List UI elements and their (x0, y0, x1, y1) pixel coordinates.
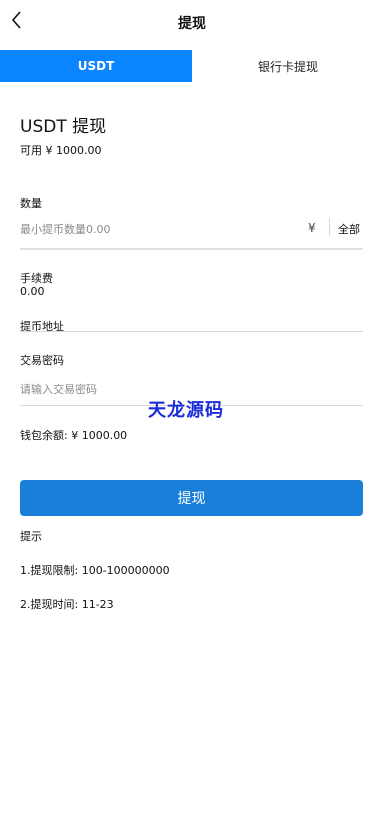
amount-label: 数量 (20, 197, 42, 210)
header: 提现 (0, 0, 384, 46)
address-input[interactable] (20, 314, 363, 332)
section-title: USDT 提现 (20, 117, 107, 137)
wallet-balance: 钱包余额: ¥ 1000.00 (20, 429, 128, 442)
amount-input[interactable] (20, 216, 290, 242)
all-button[interactable]: 全部 (338, 221, 360, 237)
tip-limit: 1.提现限制: 100-100000000 (20, 564, 170, 577)
password-label: 交易密码 (20, 354, 64, 367)
divider (329, 218, 330, 236)
tips-title: 提示 (20, 530, 42, 543)
withdraw-submit-button[interactable]: 提现 (20, 480, 363, 516)
page-title: 提现 (178, 16, 206, 32)
tip-time: 2.提现时间: 11-23 (20, 598, 114, 611)
tab-bank-card-withdraw[interactable]: 银行卡提现 (192, 50, 384, 82)
tab-usdt[interactable]: USDT (0, 50, 192, 82)
currency-symbol: ¥ (308, 221, 316, 235)
tab-bar: USDT 银行卡提现 (0, 50, 384, 82)
fee-value: 0.00 (20, 285, 45, 298)
fee-label: 手续费 (20, 272, 53, 285)
amount-row: ¥ 全部 (20, 216, 363, 250)
watermark: 天龙源码 (148, 400, 224, 421)
available-balance: 可用 ¥ 1000.00 (20, 144, 102, 157)
